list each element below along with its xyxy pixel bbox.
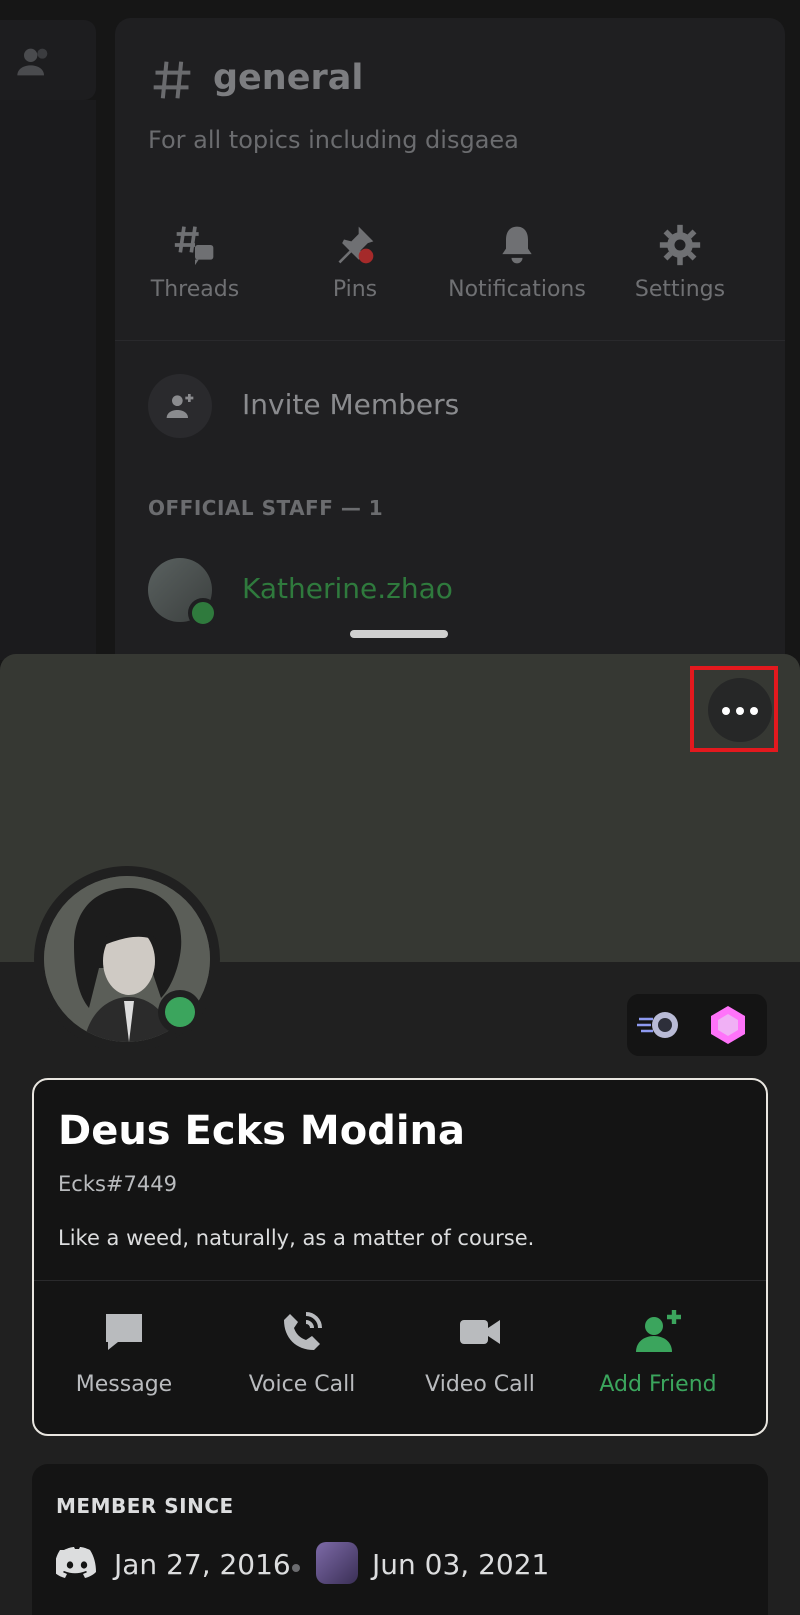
members-icon bbox=[17, 48, 48, 76]
pins-button[interactable]: Pins bbox=[275, 223, 435, 302]
online-status bbox=[158, 990, 202, 1034]
server-join-date: Jun 03, 2021 bbox=[372, 1548, 550, 1581]
member-since-card: MEMBER SINCE Jan 27, 2016 Jun 03, 2021 bbox=[32, 1464, 768, 1615]
add-friend-icon bbox=[636, 1310, 681, 1352]
invite-members-button[interactable]: Invite Members bbox=[148, 374, 708, 440]
more-options-button[interactable] bbox=[708, 678, 772, 742]
bell-icon bbox=[502, 226, 532, 264]
channel-toolbar: Threads Pins Notifications Settings bbox=[115, 223, 785, 333]
add-friend-button[interactable]: Add Friend bbox=[568, 1308, 748, 1397]
notifications-button[interactable]: Notifications bbox=[437, 223, 597, 302]
member-since-row: Jan 27, 2016 Jun 03, 2021 bbox=[56, 1542, 756, 1592]
video-call-icon bbox=[460, 1320, 500, 1344]
discord-logo-icon bbox=[56, 1547, 96, 1578]
profile-username-tag: Ecks#7449 bbox=[58, 1172, 177, 1196]
settings-button[interactable]: Settings bbox=[600, 223, 760, 302]
profile-bio: Like a weed, naturally, as a matter of c… bbox=[58, 1226, 535, 1250]
divider bbox=[115, 340, 785, 341]
server-icon bbox=[316, 1542, 358, 1584]
sheet-drag-handle[interactable] bbox=[350, 630, 448, 638]
message-button[interactable]: Message bbox=[34, 1308, 214, 1397]
threads-label: Threads bbox=[150, 277, 240, 302]
boost-badge-icon[interactable] bbox=[707, 1004, 749, 1046]
video-call-label: Video Call bbox=[425, 1372, 535, 1397]
nitro-badge-icon[interactable] bbox=[637, 1007, 683, 1043]
server-members-button[interactable] bbox=[0, 20, 96, 100]
user-profile-sheet: Deus Ecks Modina Ecks#7449 Like a weed, … bbox=[0, 654, 800, 1615]
add-member-icon bbox=[166, 394, 194, 418]
pin-icon bbox=[338, 226, 374, 264]
notifications-label: Notifications bbox=[448, 277, 586, 302]
voice-call-icon bbox=[284, 1312, 322, 1350]
member-since-header: MEMBER SINCE bbox=[56, 1494, 234, 1518]
staff-section-header: OFFICIAL STAFF — 1 bbox=[148, 496, 384, 520]
message-icon bbox=[106, 1314, 142, 1350]
threads-button[interactable]: Threads bbox=[115, 223, 275, 302]
video-call-button[interactable]: Video Call bbox=[390, 1308, 570, 1397]
channel-name: general bbox=[213, 58, 364, 98]
server-list-strip bbox=[0, 100, 96, 660]
invite-icon-circle bbox=[148, 374, 212, 438]
hash-icon bbox=[153, 61, 191, 99]
add-friend-label: Add Friend bbox=[599, 1372, 717, 1397]
voice-call-label: Voice Call bbox=[248, 1372, 356, 1397]
profile-display-name: Deus Ecks Modina bbox=[58, 1108, 466, 1154]
invite-members-label: Invite Members bbox=[242, 388, 460, 421]
pins-label: Pins bbox=[332, 277, 378, 302]
divider bbox=[34, 1280, 766, 1281]
staff-member-name: Katherine.zhao bbox=[242, 572, 453, 605]
message-label: Message bbox=[75, 1372, 173, 1397]
settings-label: Settings bbox=[634, 277, 726, 302]
profile-avatar-frame bbox=[34, 866, 220, 1052]
profile-badges bbox=[627, 994, 767, 1056]
channel-topic: For all topics including disgaea bbox=[148, 126, 519, 154]
separator-dot bbox=[292, 1564, 300, 1572]
discord-join-date: Jan 27, 2016 bbox=[114, 1548, 291, 1581]
voice-call-button[interactable]: Voice Call bbox=[212, 1308, 392, 1397]
gear-icon bbox=[659, 224, 701, 266]
channel-info-panel: general For all topics including disgaea… bbox=[115, 18, 785, 658]
profile-card: Deus Ecks Modina Ecks#7449 Like a weed, … bbox=[32, 1078, 768, 1436]
staff-member-item[interactable]: Katherine.zhao bbox=[148, 558, 648, 628]
threads-icon bbox=[174, 226, 214, 266]
online-status-dot bbox=[188, 598, 218, 628]
